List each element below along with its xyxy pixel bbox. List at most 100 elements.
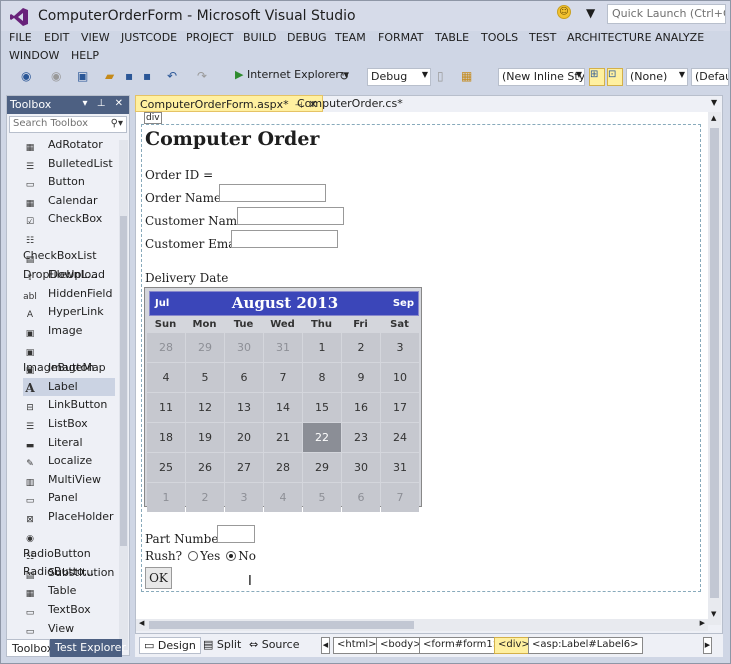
toolbox-item[interactable]: ▥ MultiView [23, 471, 115, 489]
target-rule-icon[interactable]: ⊡ [607, 68, 623, 86]
toolbox-item[interactable]: ▣ ImageMap [23, 359, 115, 377]
toolbox-item[interactable]: ⇪ FileUpload [23, 266, 115, 284]
calendar-day[interactable]: 23 [342, 423, 380, 452]
calendar-day[interactable]: 9 [342, 363, 380, 392]
new-inline-style-combo[interactable]: (New Inline Style▼ [498, 68, 585, 86]
save-all-icon[interactable]: ▪ [143, 69, 151, 83]
rush-yes-radio[interactable] [188, 551, 199, 561]
calendar-day[interactable]: 13 [225, 393, 263, 422]
calendar-day[interactable]: 1 [147, 483, 185, 512]
redo-icon[interactable]: ↷ [197, 69, 207, 83]
menu-project[interactable]: PROJECT [186, 31, 234, 44]
calendar-day[interactable]: 2 [342, 333, 380, 362]
calendar-day[interactable]: 6 [225, 363, 263, 392]
toolbox-search-input[interactable]: Search Toolbox ⚲▾ [9, 116, 127, 133]
undo-icon[interactable]: ↶ [167, 69, 177, 83]
calendar-day[interactable]: 3 [225, 483, 263, 512]
calendar-day[interactable]: 19 [186, 423, 224, 452]
calendar-day[interactable]: 28 [264, 453, 302, 482]
editor-vertical-scroll-thumb[interactable] [710, 128, 719, 598]
calendar-day[interactable]: 15 [303, 393, 341, 422]
calendar-day[interactable]: 17 [381, 393, 419, 422]
menu-justcode[interactable]: JUSTCODE [121, 31, 177, 44]
calendar-day[interactable]: 24 [381, 423, 419, 452]
refresh-icon[interactable]: ↻ [339, 69, 349, 83]
toolbox-item[interactable]: ▬ Literal [23, 434, 115, 452]
toolbox-item[interactable]: A HyperLink [23, 303, 115, 321]
scroll-right-icon[interactable]: ▶ [700, 619, 705, 627]
toolbox-item[interactable]: ▦ AdRotator [23, 136, 115, 154]
calendar-day[interactable]: 5 [186, 363, 224, 392]
calendar-day[interactable]: 28 [147, 333, 185, 362]
menu-tools[interactable]: TOOLS [481, 31, 518, 44]
ok-button[interactable]: OK [145, 567, 172, 589]
calendar-next-month-link[interactable]: Sep [393, 298, 414, 309]
scroll-left-icon[interactable]: ◀ [139, 619, 144, 627]
toolbox-item[interactable]: abl HiddenField [23, 285, 115, 303]
calendar-day[interactable]: 21 [264, 423, 302, 452]
tab-computer-order-cs[interactable]: ComputerOrder.cs* [293, 95, 407, 112]
calendar-day[interactable]: 29 [186, 333, 224, 362]
calendar-day[interactable]: 12 [186, 393, 224, 422]
breadcrumb-form[interactable]: <form#form1> [419, 637, 506, 654]
menu-test[interactable]: TEST [529, 31, 556, 44]
delivery-date-calendar[interactable]: August 2013 Jul Sep Sun Mon Tue Wed Thu Fri Sa… [144, 287, 422, 512]
menu-debug[interactable]: DEBUG [287, 31, 327, 44]
toolbox-item[interactable]: ☰ BulletedList [23, 155, 115, 173]
open-file-icon[interactable]: ▰ [105, 69, 114, 83]
order-name-field[interactable] [219, 184, 326, 202]
toolbox-item[interactable]: ▣ImageButton [23, 341, 115, 374]
toolbox-item[interactable]: ☰ ListBox [23, 415, 115, 433]
toolbox-item[interactable]: ▦ Calendar [23, 192, 115, 210]
feedback-smiley-icon[interactable]: ☺ [557, 5, 571, 19]
target-rule-combo[interactable]: (None) ▼ [626, 68, 688, 86]
calendar-day[interactable]: 3 [381, 333, 419, 362]
toolbox-scroll-thumb[interactable] [120, 216, 127, 546]
customer-name-field[interactable] [237, 207, 344, 225]
calendar-day[interactable]: 7 [264, 363, 302, 392]
show-overlay-icon[interactable]: ⊞ [589, 68, 605, 86]
toolbox-item[interactable]: ◉RadioButton [23, 527, 115, 560]
toolbox-item[interactable]: A Label [23, 377, 115, 396]
part-number-field[interactable] [217, 525, 255, 543]
menu-help[interactable]: HELP [71, 49, 99, 62]
toolbox-item[interactable]: ▭ View [23, 620, 115, 638]
scroll-up-icon[interactable]: ▲ [711, 114, 716, 122]
toolbox-window-controls[interactable]: ▾ ⊥ ✕ [83, 98, 126, 109]
font-combo[interactable]: (Defaul [691, 68, 729, 86]
toolbox-item[interactable]: ⊟ LinkButton [23, 396, 115, 414]
toolbox-item[interactable]: ⊠ PlaceHolder [23, 508, 115, 526]
toolbox-item[interactable]: ▣ Image [23, 322, 115, 340]
calendar-day[interactable]: 7 [381, 483, 419, 512]
toolbox-item[interactable]: ▭ TextBox [23, 601, 115, 619]
calendar-day[interactable]: 6 [342, 483, 380, 512]
menu-analyze[interactable]: ANALYZE [655, 31, 704, 44]
menu-architecture[interactable]: ARCHITECTURE [567, 31, 652, 44]
forward-navigation-icon[interactable]: ◉ [51, 69, 61, 83]
toolbox-item[interactable]: ☷CheckBoxList [23, 229, 115, 262]
calendar-day[interactable]: 8 [303, 363, 341, 392]
calendar-day[interactable]: 11 [147, 393, 185, 422]
menu-window[interactable]: WINDOW [9, 49, 59, 62]
calendar-day[interactable]: 10 [381, 363, 419, 392]
breadcrumb-left-arrow-icon[interactable]: ◀ [321, 637, 330, 654]
calendar-day[interactable]: 26 [186, 453, 224, 482]
tab-toolbox[interactable]: Toolbox [6, 639, 53, 657]
solution-config-combo[interactable]: Debug ▼ [367, 68, 431, 86]
start-debugging-button[interactable]: ▶ Internet Explorer ▾ [235, 68, 349, 86]
calendar-day[interactable]: 30 [342, 453, 380, 482]
customer-email-field[interactable] [231, 230, 338, 248]
calendar-day[interactable]: 2 [186, 483, 224, 512]
toolbox-item[interactable]: ▭ Button [23, 173, 115, 191]
toolbox-item[interactable]: ▦ Table [23, 582, 115, 600]
calendar-day[interactable]: 31 [264, 333, 302, 362]
toolbar-disabled-icon[interactable]: ▯ [437, 69, 444, 83]
rush-no-radio[interactable] [226, 551, 237, 561]
calendar-day[interactable]: 20 [225, 423, 263, 452]
source-view-button[interactable]: ⇔ Source [245, 637, 304, 654]
calendar-day[interactable]: 30 [225, 333, 263, 362]
scroll-down-icon[interactable]: ▼ [711, 610, 716, 618]
notification-flag-icon[interactable]: ▼ [586, 6, 595, 20]
toolbox-item[interactable]: ✎ Localize [23, 452, 115, 470]
quick-launch-input[interactable]: Quick Launch (Ctrl+Q) [607, 4, 726, 24]
